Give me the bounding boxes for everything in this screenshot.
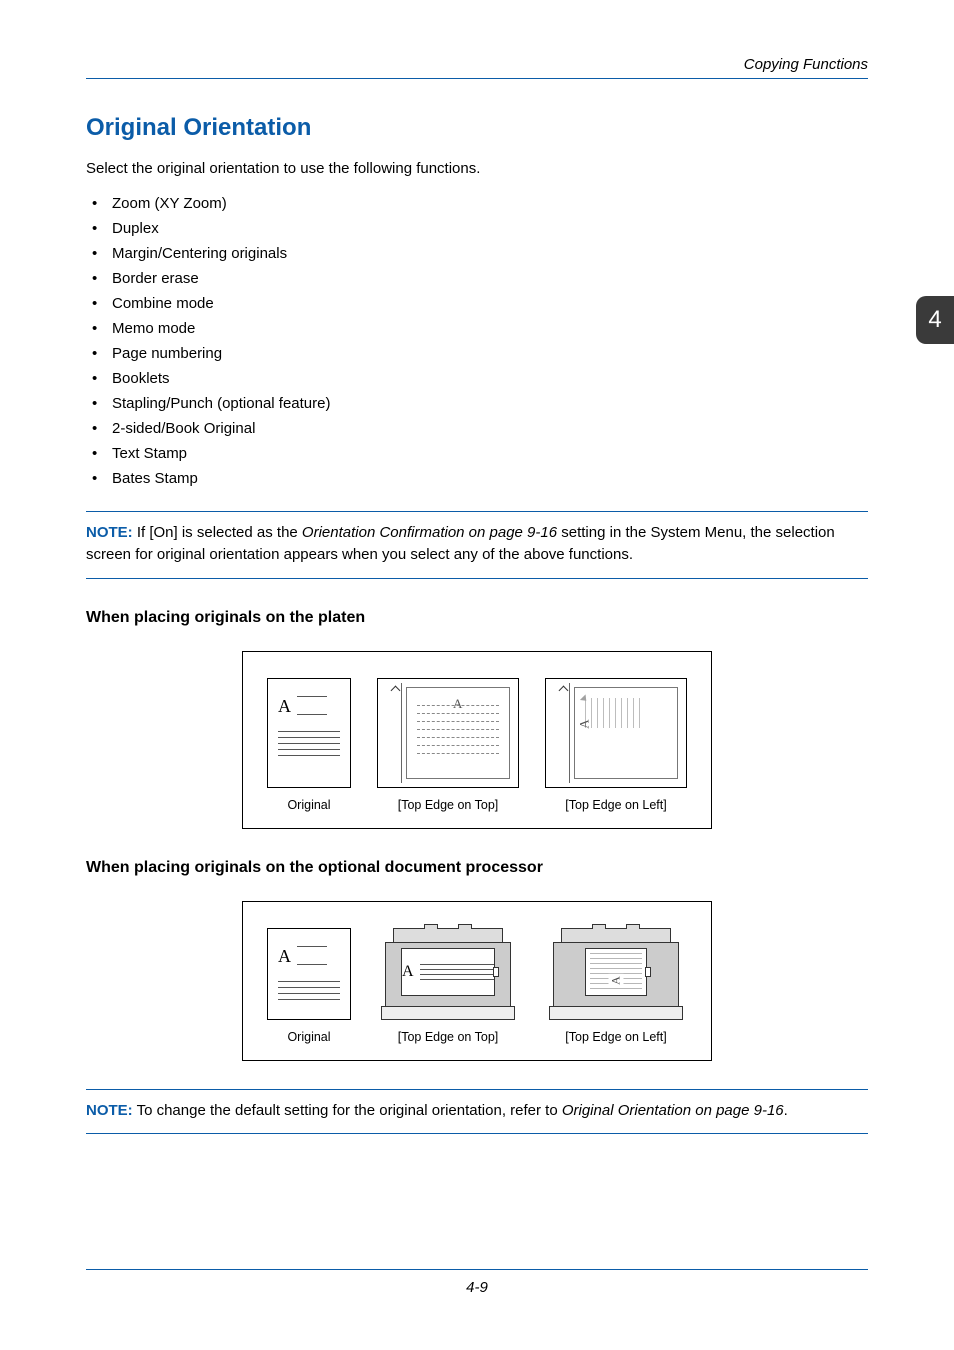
platen-icon: A [545, 678, 687, 788]
note-text: To change the default setting for the or… [133, 1102, 562, 1119]
list-item: Duplex [90, 216, 868, 241]
figure-caption: Original [287, 1030, 330, 1044]
original-sheet-icon: A [267, 678, 351, 788]
note-label: NOTE: [86, 524, 133, 541]
list-item: Stapling/Punch (optional feature) [90, 391, 868, 416]
list-item: Zoom (XY Zoom) [90, 191, 868, 216]
figure-processor-wrap: A Original A [86, 901, 868, 1061]
page-number: 4-9 [0, 1279, 954, 1296]
glyph-a: A [402, 963, 414, 981]
note-box-1: NOTE: If [On] is selected as the Orienta… [86, 511, 868, 579]
note-text: If [On] is selected as the [133, 524, 302, 541]
figure-platen-wrap: A Original A [86, 651, 868, 829]
subheading-processor: When placing originals on the optional d… [86, 859, 868, 877]
glyph-a-small: A [609, 974, 624, 987]
figure-platen: A Original A [242, 651, 712, 829]
feature-list: Zoom (XY Zoom) Duplex Margin/Centering o… [90, 191, 868, 491]
figure-col-original: A Original [267, 678, 351, 812]
content-area: Original Orientation Select the original… [86, 114, 868, 1134]
list-item: Text Stamp [90, 441, 868, 466]
figure-col-top-edge-top: A [Top Edge on Top] [377, 678, 519, 812]
figure-caption: [Top Edge on Left] [565, 798, 666, 812]
document-processor-icon: A [377, 928, 519, 1020]
figure-caption: Original [287, 798, 330, 812]
glyph-a-small: A [577, 719, 593, 728]
figure-col-top-edge-left: A [Top Edge on Left] [545, 928, 687, 1044]
note-box-2: NOTE: To change the default setting for … [86, 1089, 868, 1135]
list-item: 2-sided/Book Original [90, 416, 868, 441]
glyph-a: A [278, 696, 291, 717]
list-item: Combine mode [90, 291, 868, 316]
header-rule [86, 78, 868, 79]
figure-col-original: A Original [267, 928, 351, 1044]
note-label: NOTE: [86, 1102, 133, 1119]
figure-col-top-edge-left: A [Top Edge on Left] [545, 678, 687, 812]
subheading-platen: When placing originals on the platen [86, 609, 868, 627]
section-title: Original Orientation [86, 114, 868, 142]
figure-caption: [Top Edge on Left] [565, 1030, 666, 1044]
platen-icon: A [377, 678, 519, 788]
note-text: . [784, 1102, 788, 1119]
document-processor-icon: A [545, 928, 687, 1020]
figure-caption: [Top Edge on Top] [398, 798, 499, 812]
glyph-a: A [278, 946, 291, 967]
figure-col-top-edge-top: A [Top Edge on Top] [377, 928, 519, 1044]
page: Copying Functions 4 Original Orientation… [0, 0, 954, 1350]
original-sheet-icon: A [267, 928, 351, 1020]
list-item: Memo mode [90, 316, 868, 341]
footer-rule [86, 1269, 868, 1270]
list-item: Bates Stamp [90, 466, 868, 491]
figure-processor: A Original A [242, 901, 712, 1061]
note-ref: Orientation Confirmation on page 9-16 [302, 524, 557, 541]
running-head: Copying Functions [744, 56, 868, 73]
figure-caption: [Top Edge on Top] [398, 1030, 499, 1044]
list-item: Border erase [90, 266, 868, 291]
note-ref: Original Orientation on page 9-16 [562, 1102, 784, 1119]
list-item: Margin/Centering originals [90, 241, 868, 266]
list-item: Booklets [90, 366, 868, 391]
intro-text: Select the original orientation to use t… [86, 160, 868, 177]
chapter-tab: 4 [916, 296, 954, 344]
list-item: Page numbering [90, 341, 868, 366]
